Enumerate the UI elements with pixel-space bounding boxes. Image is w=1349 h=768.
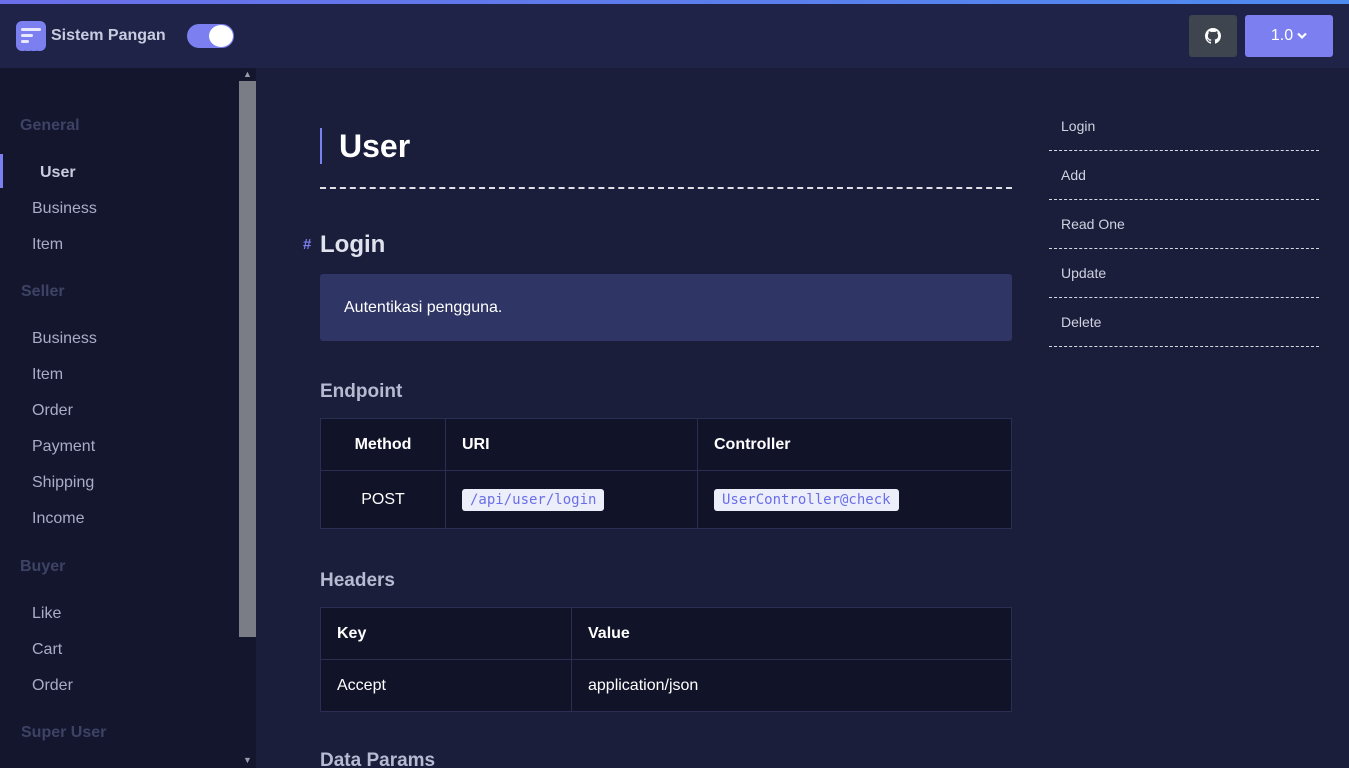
column-header: Method bbox=[320, 418, 446, 471]
endpoint-heading: Endpoint bbox=[320, 381, 403, 402]
sidebar-item-general-item[interactable]: Item bbox=[32, 236, 63, 254]
github-button[interactable] bbox=[1189, 15, 1237, 57]
page-title: User bbox=[320, 128, 410, 164]
sidebar-item-seller-payment[interactable]: Payment bbox=[32, 438, 95, 456]
scroll-up-icon[interactable]: ▲ bbox=[239, 68, 256, 80]
sidebar-section-buyer: Buyer bbox=[20, 558, 66, 575]
app-name[interactable]: Sistem Pangan bbox=[51, 27, 166, 45]
sidebar-item-buyer-cart[interactable]: Cart bbox=[32, 641, 62, 659]
toc-item-login[interactable]: Login bbox=[1049, 102, 1319, 151]
table-row: POST /api/user/login UserController@chec… bbox=[320, 470, 1012, 529]
table-of-contents: Login Add Read One Update Delete bbox=[1049, 102, 1319, 347]
toggle-knob bbox=[209, 25, 233, 47]
controller-cell: UserController@check bbox=[697, 470, 1012, 529]
title-divider bbox=[320, 187, 1012, 189]
topbar: Sistem Pangan 1.0 bbox=[0, 4, 1349, 68]
sidebar-item-buyer-order[interactable]: Order bbox=[32, 677, 73, 695]
version-label: 1.0 bbox=[1270, 27, 1294, 44]
sidebar-item-general-business[interactable]: Business bbox=[32, 200, 97, 218]
sidebar-scrollbar[interactable]: ▲ ▼ bbox=[239, 68, 256, 768]
chevron-down-icon bbox=[1297, 32, 1307, 40]
sidebar-item-seller-shipping[interactable]: Shipping bbox=[32, 474, 94, 492]
header-value-cell: application/json bbox=[571, 659, 1012, 712]
toc-item-delete[interactable]: Delete bbox=[1049, 298, 1319, 347]
active-indicator bbox=[0, 154, 3, 188]
anchor-link[interactable]: # bbox=[303, 236, 311, 253]
uri-code: /api/user/login bbox=[462, 488, 605, 511]
controller-code: UserController@check bbox=[714, 488, 899, 511]
endpoint-table: Method URI Controller POST /api/user/log… bbox=[320, 418, 1012, 529]
table-header-row: Method URI Controller bbox=[320, 418, 1012, 471]
toc-item-read-one[interactable]: Read One bbox=[1049, 200, 1319, 249]
sidebar-section-super-user: Super User bbox=[21, 724, 107, 741]
column-header: Key bbox=[320, 607, 572, 660]
sidebar-section-seller: Seller bbox=[21, 283, 65, 300]
version-dropdown[interactable]: 1.0 bbox=[1245, 15, 1333, 57]
toc-item-update[interactable]: Update bbox=[1049, 249, 1319, 298]
headers-heading: Headers bbox=[320, 570, 395, 591]
sidebar-item-seller-item[interactable]: Item bbox=[32, 366, 63, 384]
description-box: Autentikasi pengguna. bbox=[320, 274, 1012, 341]
data-params-heading: Data Params bbox=[320, 750, 436, 768]
column-header: Controller bbox=[697, 418, 1012, 471]
table-row: Accept application/json bbox=[320, 659, 1012, 712]
scrollbar-thumb[interactable] bbox=[239, 81, 256, 637]
description-text: Autentikasi pengguna. bbox=[344, 298, 503, 316]
column-header: Value bbox=[571, 607, 1012, 660]
sidebar-item-seller-business[interactable]: Business bbox=[32, 330, 97, 348]
github-icon bbox=[1205, 28, 1221, 44]
column-header: URI bbox=[445, 418, 698, 471]
sidebar-section-general: General bbox=[20, 117, 80, 134]
sidebar-item-buyer-like[interactable]: Like bbox=[32, 605, 61, 623]
method-cell: POST bbox=[320, 470, 446, 529]
table-header-row: Key Value bbox=[320, 607, 1012, 660]
headers-table: Key Value Accept application/json bbox=[320, 607, 1012, 712]
uri-cell: /api/user/login bbox=[445, 470, 698, 529]
logo-icon[interactable] bbox=[16, 21, 46, 54]
sidebar-item-general-user[interactable]: User bbox=[40, 164, 76, 182]
sidebar: General User Business Item Seller Busine… bbox=[0, 68, 239, 768]
section-title: Login bbox=[320, 231, 386, 258]
scroll-down-icon[interactable]: ▼ bbox=[239, 754, 256, 766]
sidebar-item-seller-income[interactable]: Income bbox=[32, 510, 84, 528]
header-key-cell: Accept bbox=[320, 659, 572, 712]
theme-toggle[interactable] bbox=[187, 24, 234, 48]
toc-item-add[interactable]: Add bbox=[1049, 151, 1319, 200]
sidebar-item-seller-order[interactable]: Order bbox=[32, 402, 73, 420]
